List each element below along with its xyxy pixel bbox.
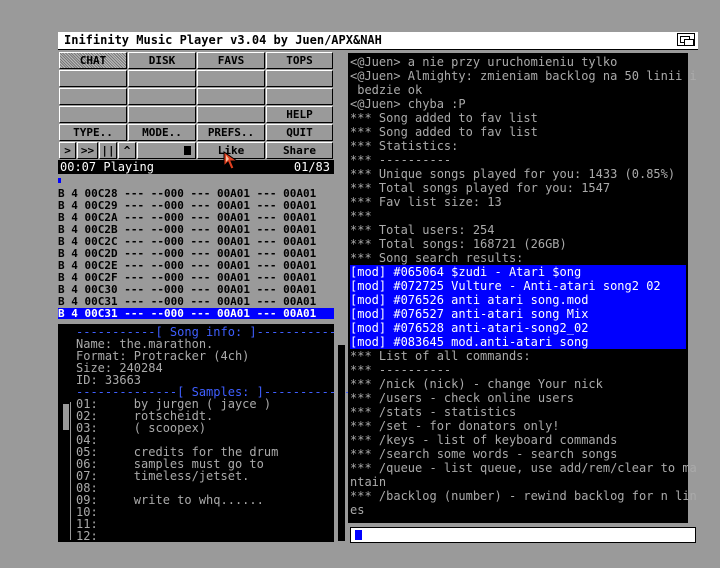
pause-button[interactable]: || xyxy=(99,142,117,159)
playback-time: 00:07 Playing xyxy=(60,160,154,174)
samples-scrollbar[interactable] xyxy=(62,402,71,540)
chat-line: es xyxy=(350,503,365,517)
playlist-row[interactable]: B 4 00C2C --- --000 --- 00A01 --- 00A01 xyxy=(58,236,334,247)
search-result[interactable]: [mod] #076527 anti-atari song Mix xyxy=(350,307,686,321)
title-bar[interactable]: Inifinity Music Player v3.04 by Juen/APX… xyxy=(58,32,698,50)
playback-status: 00:07 Playing 01/83 xyxy=(58,160,334,174)
next-button[interactable]: >> xyxy=(77,142,98,159)
chat-line: *** Statistics: xyxy=(350,139,459,153)
empty-button-3[interactable] xyxy=(197,70,265,87)
search-result[interactable]: [mod] #076528 anti-atari-song2_02 xyxy=(350,321,686,335)
progress-bar[interactable] xyxy=(58,176,334,185)
playlist-row[interactable]: B 4 00C2B --- --000 --- 00A01 --- 00A01 xyxy=(58,224,334,235)
chat-line: *** /set - for donators only! xyxy=(350,419,560,433)
chat-line: *** List of all commands: xyxy=(350,349,531,363)
chat-scrollbar[interactable] xyxy=(337,345,346,545)
chat-scroll-thumb[interactable] xyxy=(338,345,345,541)
empty-button-4[interactable] xyxy=(266,70,333,87)
playlist-row[interactable]: B 4 00C30 --- --000 --- 00A01 --- 00A01 xyxy=(58,284,334,295)
chat-line: *** Song added to fav list xyxy=(350,125,538,139)
chat-line: *** Total songs played for you: 1547 xyxy=(350,181,611,195)
chat-line: <@Juen> chyba :P xyxy=(350,97,466,111)
chat-line: *** Total users: 254 xyxy=(350,223,495,237)
mode-button[interactable]: MODE.. xyxy=(128,124,196,141)
disk-button[interactable]: DISK xyxy=(128,52,196,69)
sample-line: 09: write to whq...... xyxy=(76,493,264,507)
playlist-row[interactable]: B 4 00C28 --- --000 --- 00A01 --- 00A01 xyxy=(58,188,334,199)
chat-line: *** /nick (nick) - change Your nick xyxy=(350,377,603,391)
empty-button-9[interactable] xyxy=(59,106,127,123)
type-button[interactable]: TYPE.. xyxy=(59,124,127,141)
tops-button[interactable]: TOPS xyxy=(266,52,333,69)
window-title: Inifinity Music Player v3.04 by Juen/APX… xyxy=(64,33,382,47)
chat-line: *** Unique songs played for you: 1433 (0… xyxy=(350,167,676,181)
help-button[interactable]: HELP xyxy=(266,106,333,123)
chat-button[interactable]: CHAT xyxy=(59,52,127,69)
playlist-row[interactable]: B 4 00C29 --- --000 --- 00A01 --- 00A01 xyxy=(58,200,334,211)
chat-line: *** ---------- xyxy=(350,153,452,167)
empty-button-10[interactable] xyxy=(128,106,196,123)
chat-line: *** /backlog (number) - rewind backlog f… xyxy=(350,489,697,503)
favs-button[interactable]: FAVS xyxy=(197,52,265,69)
samples-scroll-thumb[interactable] xyxy=(63,404,69,430)
empty-button-8[interactable] xyxy=(266,88,333,105)
search-result[interactable]: [mod] #076526 anti atari song.mod xyxy=(350,293,686,307)
empty-button-11[interactable] xyxy=(197,106,265,123)
chat-line: *** xyxy=(350,209,372,223)
empty-button-2[interactable] xyxy=(128,70,196,87)
chat-line: bedzie ok xyxy=(350,83,423,97)
search-result[interactable]: [mod] #072725 Vulture - Anti-atari song2… xyxy=(350,279,686,293)
chat-line: *** Song search results: xyxy=(350,251,524,265)
chat-line: *** Fav list size: 13 xyxy=(350,195,502,209)
playlist-row[interactable]: B 4 00C2D --- --000 --- 00A01 --- 00A01 xyxy=(58,248,334,259)
prefs-button[interactable]: PREFS.. xyxy=(197,124,265,141)
empty-button-1[interactable] xyxy=(59,70,127,87)
empty-button-6[interactable] xyxy=(128,88,196,105)
mouse-pointer-icon xyxy=(223,151,239,170)
text-cursor xyxy=(355,530,362,540)
empty-button-7[interactable] xyxy=(197,88,265,105)
sample-line: 07: timeless/jetset. xyxy=(76,469,250,483)
playlist-row[interactable]: B 4 00C31 --- --000 --- 00A01 --- 00A01 xyxy=(58,296,334,307)
playlist-row[interactable]: B 4 00C2A --- --000 --- 00A01 --- 00A01 xyxy=(58,212,334,223)
play-button[interactable]: > xyxy=(59,142,76,159)
quit-button[interactable]: QUIT xyxy=(266,124,333,141)
chat-line: *** /stats - statistics xyxy=(350,405,517,419)
share-button[interactable]: Share xyxy=(266,142,333,159)
chat-line: *** Total songs: 168721 (26GB) xyxy=(350,237,567,251)
chat-line: ntain xyxy=(350,475,387,489)
playlist-row[interactable]: B 4 00C2F --- --000 --- 00A01 --- 00A01 xyxy=(58,272,334,283)
playlist-row-current[interactable]: B 4 00C31 --- --000 --- 00A01 --- 00A01 xyxy=(58,308,334,319)
chat-line: *** /queue - list queue, use add/rem/cle… xyxy=(350,461,697,475)
chat-line: <@Juen> a nie przy uruchomieniu tylko xyxy=(350,55,618,69)
chat-line: <@Juen> Almighty: zmieniam backlog na 50… xyxy=(350,69,697,83)
chat-input[interactable] xyxy=(350,527,696,543)
depth-gadget-icon[interactable] xyxy=(677,33,695,46)
volume-slider[interactable] xyxy=(137,142,196,159)
chat-line: *** Song added to fav list xyxy=(350,111,538,125)
playlist[interactable]: B 4 00C28 --- --000 --- 00A01 --- 00A01 … xyxy=(58,186,334,324)
progress-fill xyxy=(58,178,61,183)
song-info-panel: -----------[ Song info: ]----------- Nam… xyxy=(58,324,358,543)
chat-line: *** /search some words - search songs xyxy=(350,447,618,461)
chat-line: *** /users - check online users xyxy=(350,391,574,405)
empty-button-5[interactable] xyxy=(59,88,127,105)
search-result[interactable]: [mod] #083645 mod.anti-atari song xyxy=(350,335,686,349)
playlist-position: 01/83 xyxy=(293,160,330,174)
search-result[interactable]: [mod] #065064 $zudi - Atari $ong xyxy=(350,265,686,279)
volume-knob[interactable] xyxy=(184,146,191,155)
playlist-row[interactable]: B 4 00C2E --- --000 --- 00A01 --- 00A01 xyxy=(58,260,334,271)
up-button[interactable]: ^ xyxy=(118,142,136,159)
chat-line: *** /keys - list of keyboard commands xyxy=(350,433,618,447)
chat-line: *** ---------- xyxy=(350,363,452,377)
sample-line: 12: xyxy=(76,529,98,543)
chat-log[interactable]: <@Juen> a nie przy uruchomieniu tylko <@… xyxy=(348,53,697,523)
